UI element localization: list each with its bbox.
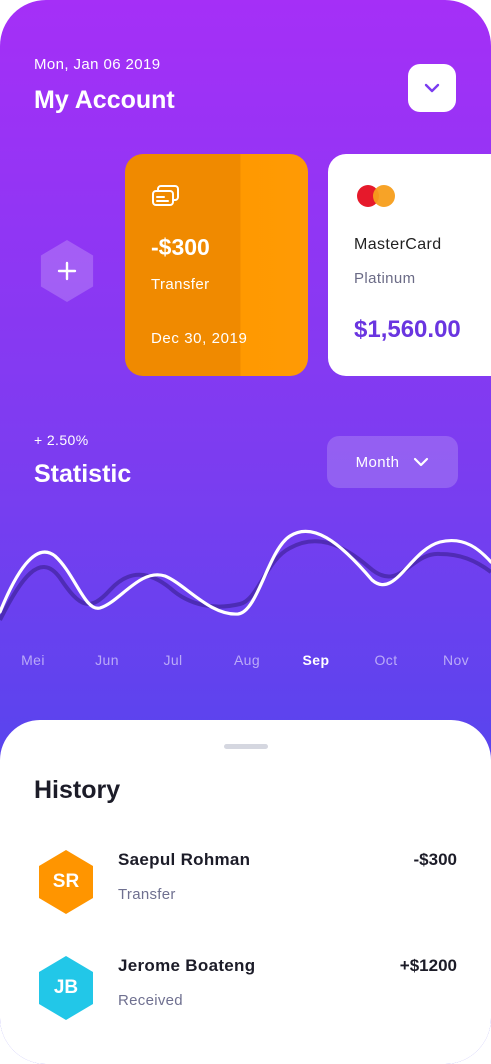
plus-icon: [57, 261, 77, 281]
sheet-handle[interactable]: [224, 744, 268, 749]
history-title: History: [34, 776, 121, 804]
transfer-card[interactable]: -$300 Transfer Dec 30, 2019: [125, 154, 308, 376]
month-label[interactable]: Jul: [163, 652, 182, 668]
month-label-active[interactable]: Sep: [303, 652, 330, 668]
account-screen: Mon, Jan 06 2019 My Account -$300 Transf…: [0, 0, 491, 1064]
card-balance: $1,560.00: [354, 316, 461, 343]
card-tier: Platinum: [354, 270, 416, 287]
account-dropdown-button[interactable]: [408, 64, 456, 112]
transfer-date: Dec 30, 2019: [151, 330, 248, 347]
history-type: Transfer: [118, 886, 176, 903]
card-icon: [152, 185, 179, 206]
history-name: Saepul Rohman: [118, 850, 251, 869]
avatar: SR: [39, 850, 93, 914]
transfer-amount: -$300: [151, 234, 210, 260]
history-sheet: History SR Saepul Rohman Transfer -$300 …: [0, 720, 491, 1064]
month-label[interactable]: Nov: [443, 652, 469, 668]
history-item[interactable]: JB Jerome Boateng Received +$1200: [0, 956, 491, 1036]
card-name: MasterCard: [354, 236, 442, 253]
month-label[interactable]: Oct: [375, 652, 398, 668]
chevron-down-icon: [424, 83, 440, 93]
statistic-change: + 2.50%: [34, 432, 89, 448]
statistic-title: Statistic: [34, 460, 132, 488]
month-label[interactable]: Mei: [21, 652, 45, 668]
avatar: JB: [39, 956, 93, 1020]
mastercard-card[interactable]: MasterCard Platinum $1,560.00: [328, 154, 491, 376]
history-amount: -$300: [413, 850, 457, 869]
add-card-button[interactable]: [40, 240, 94, 302]
page-title: My Account: [34, 86, 175, 114]
mastercard-logo: [357, 185, 395, 207]
month-label[interactable]: Aug: [234, 652, 260, 668]
current-date: Mon, Jan 06 2019: [34, 56, 161, 73]
statistic-chart: [0, 529, 491, 621]
history-amount: +$1200: [399, 956, 457, 975]
period-select[interactable]: Month: [327, 436, 458, 488]
chevron-down-icon: [414, 457, 429, 467]
history-name: Jerome Boateng: [118, 956, 256, 975]
month-label[interactable]: Jun: [95, 652, 119, 668]
history-type: Received: [118, 992, 183, 1009]
period-label: Month: [355, 453, 400, 471]
history-item[interactable]: SR Saepul Rohman Transfer -$300: [0, 850, 491, 930]
transfer-label: Transfer: [151, 276, 210, 293]
month-axis: Mei Jun Jul Aug Sep Oct Nov: [0, 652, 491, 672]
